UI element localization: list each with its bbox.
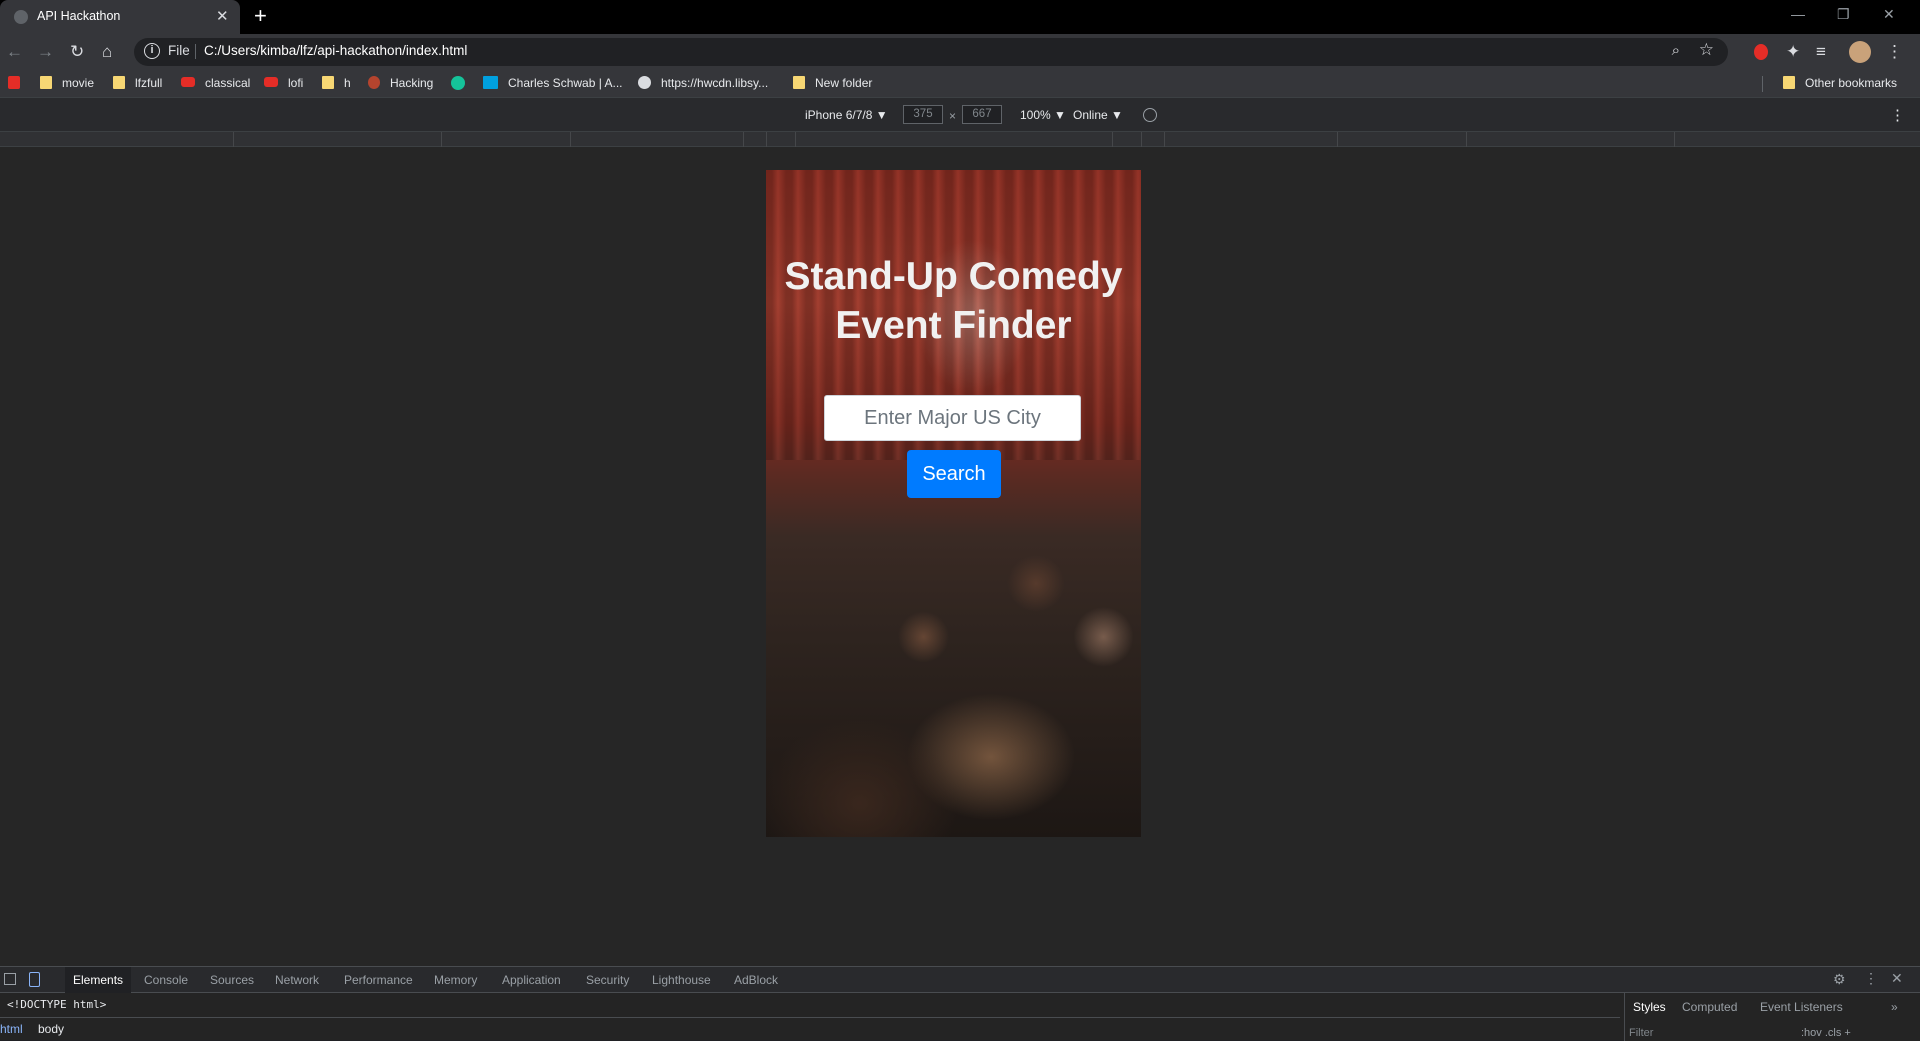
grammarly-icon <box>451 76 465 90</box>
browser-tab[interactable]: API Hackathon ✕ <box>0 0 240 34</box>
info-icon[interactable]: i <box>144 43 160 59</box>
device-select[interactable]: iPhone 6/7/8 ▼ <box>805 108 888 122</box>
scheme-label: File <box>168 43 190 58</box>
page-hero: Stand-Up Comedy Event Finder Search <box>766 170 1141 837</box>
tab-network[interactable]: Network <box>275 973 319 987</box>
reload-button[interactable]: ↻ <box>70 42 84 62</box>
bookmark-hacking[interactable]: Hacking <box>368 76 433 90</box>
styles-filter-input[interactable]: Filter <box>1629 1027 1653 1039</box>
city-search-input[interactable] <box>824 395 1081 441</box>
bookmark-movie[interactable]: movie <box>40 76 94 90</box>
divider <box>1762 76 1763 92</box>
tab-styles[interactable]: Styles <box>1633 1000 1666 1014</box>
bookmark-hwcdn[interactable]: https://hwcdn.libsy... <box>638 76 768 90</box>
tab-elements[interactable]: Elements <box>65 967 132 993</box>
youtube-icon <box>181 77 195 87</box>
zoom-select[interactable]: 100% ▼ <box>1020 108 1066 122</box>
avatar[interactable] <box>1849 41 1871 63</box>
hacking-icon <box>368 76 380 89</box>
globe-icon <box>638 76 651 89</box>
restore-button[interactable]: ❐ <box>1837 6 1850 23</box>
globe-icon <box>14 10 28 24</box>
folder-icon <box>40 76 52 89</box>
tab-security[interactable]: Security <box>586 973 629 987</box>
other-bookmarks[interactable]: Other bookmarks <box>1783 76 1897 90</box>
adblock-icon[interactable] <box>1754 44 1768 60</box>
speaker-icon <box>8 76 20 89</box>
address-bar[interactable]: i File C:/Users/kimba/lfz/api-hackathon/… <box>134 38 1728 66</box>
inspect-icon[interactable] <box>4 973 16 985</box>
devtools-more-icon[interactable]: ⋮ <box>1864 970 1878 987</box>
tab-console[interactable]: Console <box>144 973 188 987</box>
bookmark-new-folder[interactable]: New folder <box>793 76 872 90</box>
bookmark-grammarly[interactable] <box>451 76 475 91</box>
device-toolbar: iPhone 6/7/8 ▼ 375 × 667 100% ▼ Online ▼… <box>0 98 1920 132</box>
tab-title: API Hackathon <box>37 9 121 23</box>
rotate-icon[interactable] <box>1143 108 1157 122</box>
new-tab-button[interactable]: + <box>254 3 267 29</box>
filter-tools[interactable]: :hov .cls + <box>1801 1027 1851 1039</box>
url-text[interactable]: C:/Users/kimba/lfz/api-hackathon/index.h… <box>204 43 467 58</box>
tab-computed[interactable]: Computed <box>1682 1000 1737 1014</box>
tab-adblock[interactable]: AdBlock <box>734 973 778 987</box>
schwab-icon <box>483 76 498 89</box>
tab-lighthouse[interactable]: Lighthouse <box>652 973 711 987</box>
settings-gear-icon[interactable]: ⚙ <box>1833 971 1846 988</box>
bookmark-star-icon[interactable]: ☆ <box>1699 40 1714 60</box>
zoom-icon[interactable]: ⌕ <box>1672 42 1680 59</box>
back-button[interactable]: ← <box>6 42 23 62</box>
height-input[interactable]: 667 <box>962 105 1002 124</box>
breadcrumb-body[interactable]: body <box>38 1022 64 1036</box>
bookmark-h[interactable]: h <box>322 76 351 90</box>
folder-icon <box>1783 76 1795 89</box>
dom-tree-line[interactable]: <!DOCTYPE html> <box>7 998 106 1011</box>
youtube-icon <box>264 77 278 87</box>
more-tabs-icon[interactable]: » <box>1891 1000 1898 1014</box>
tab-application[interactable]: Application <box>502 973 561 987</box>
minimize-button[interactable]: — <box>1791 6 1805 22</box>
menu-icon[interactable]: ⋮ <box>1886 42 1903 62</box>
bookmark-speaker[interactable] <box>8 76 30 90</box>
forward-button[interactable]: → <box>37 42 54 62</box>
extensions-icon[interactable]: ✦ <box>1786 42 1800 62</box>
bookmark-lofi[interactable]: lofi <box>264 76 303 90</box>
width-input[interactable]: 375 <box>903 105 943 124</box>
folder-icon <box>113 76 125 89</box>
breadcrumb-html[interactable]: html <box>0 1022 23 1036</box>
bookmark-schwab[interactable]: Charles Schwab | A... <box>483 76 623 90</box>
bookmarks-bar: movie lfzfull classical lofi h Hacking C… <box>0 70 1920 98</box>
bookmark-classical[interactable]: classical <box>181 76 250 90</box>
device-toggle-icon[interactable] <box>29 972 40 987</box>
tab-close-icon[interactable]: ✕ <box>216 7 229 25</box>
devtools-close-icon[interactable]: ✕ <box>1891 970 1903 987</box>
tab-strip: API Hackathon ✕ + — ❐ ✕ <box>0 0 1920 34</box>
media-icon[interactable]: ≡ <box>1816 42 1826 62</box>
tab-event-listeners[interactable]: Event Listeners <box>1760 1000 1843 1014</box>
folder-icon <box>322 76 334 89</box>
tab-sources[interactable]: Sources <box>210 973 254 987</box>
tab-performance[interactable]: Performance <box>344 973 413 987</box>
styles-pane: Styles Computed Event Listeners » Filter… <box>1624 993 1920 1041</box>
tab-memory[interactable]: Memory <box>434 973 477 987</box>
network-select[interactable]: Online ▼ <box>1073 108 1123 122</box>
home-button[interactable]: ⌂ <box>102 42 112 62</box>
device-more-icon[interactable]: ⋮ <box>1890 106 1905 124</box>
bookmark-lfzfull[interactable]: lfzfull <box>113 76 162 90</box>
folder-icon <box>793 76 805 89</box>
search-button[interactable]: Search <box>907 450 1001 498</box>
emulated-viewport: Stand-Up Comedy Event Finder Search <box>0 147 1920 966</box>
divider <box>195 44 196 59</box>
media-query-ruler <box>0 132 1920 147</box>
times-sign: × <box>949 109 957 123</box>
page-title: Stand-Up Comedy Event Finder <box>784 255 1123 347</box>
devtools-tabs: Elements Console Sources Network Perform… <box>0 967 1920 993</box>
window-close-button[interactable]: ✕ <box>1883 6 1895 23</box>
breadcrumb: html body <box>0 1017 1620 1039</box>
devtools-panel: Elements Console Sources Network Perform… <box>0 966 1920 1041</box>
browser-toolbar: ← → ↻ ⌂ i File C:/Users/kimba/lfz/api-ha… <box>0 34 1920 70</box>
